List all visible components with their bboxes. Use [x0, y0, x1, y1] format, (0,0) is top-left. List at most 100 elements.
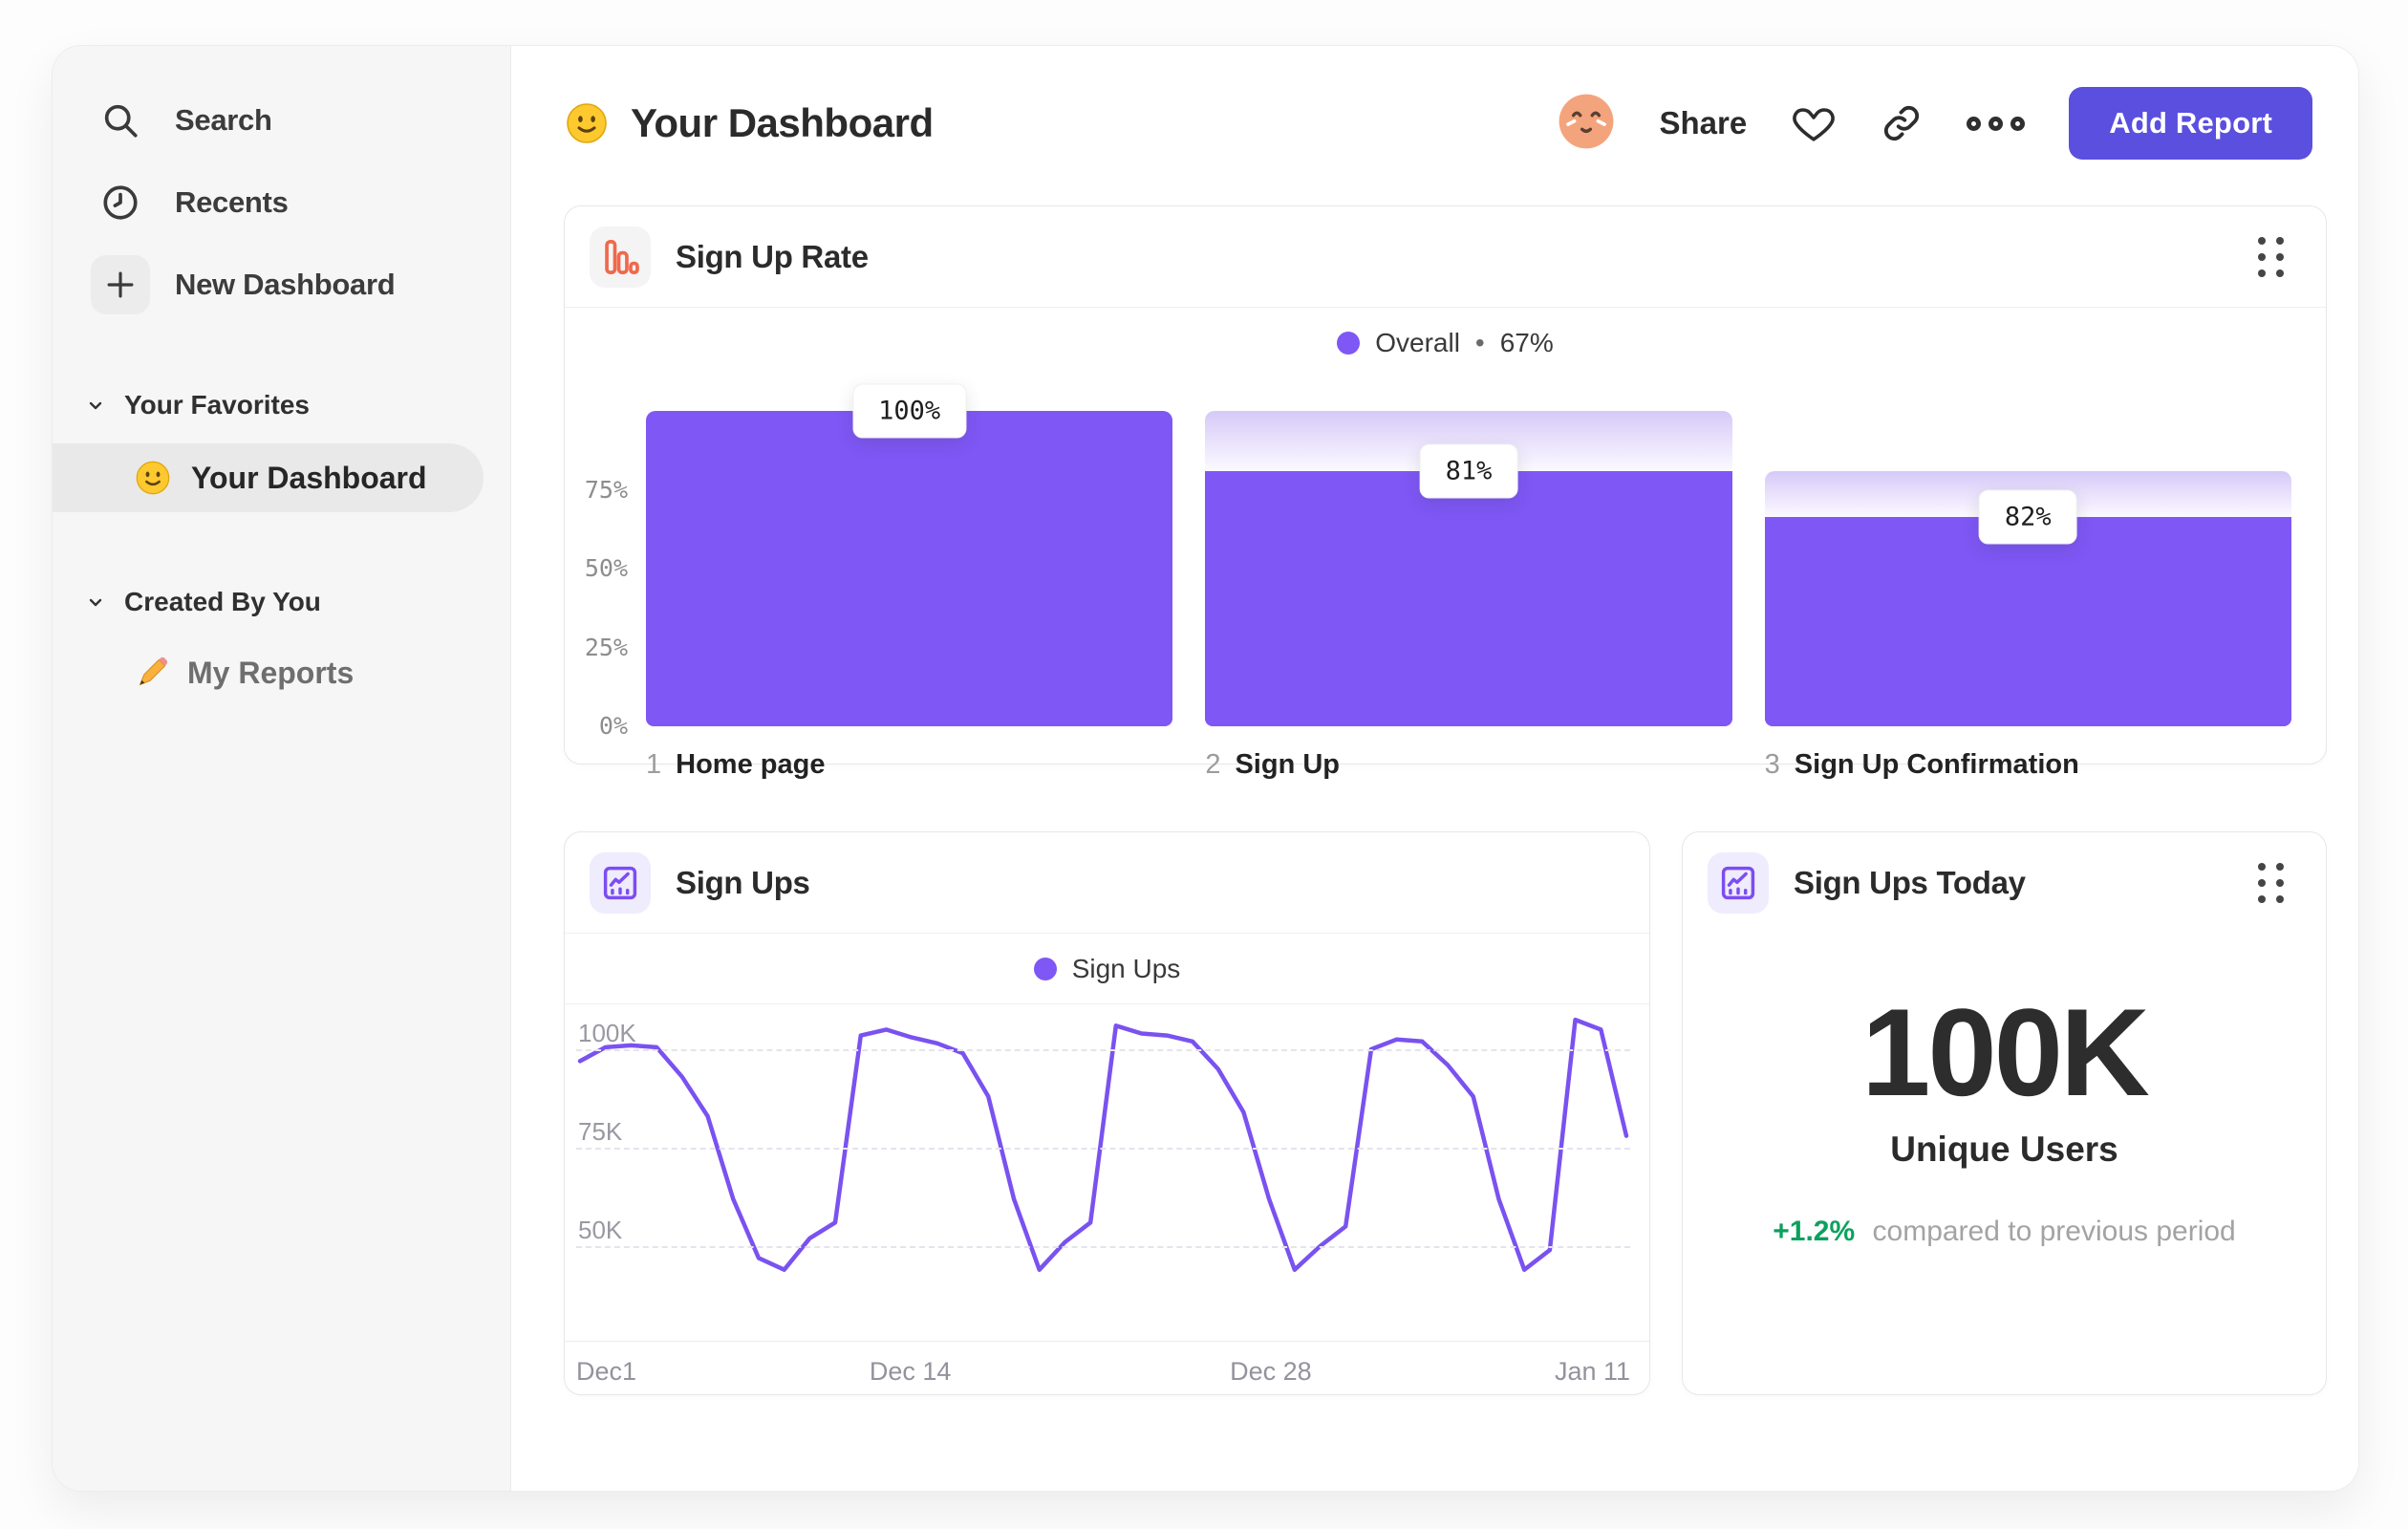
copy-link-button[interactable] — [1881, 102, 1923, 144]
line-y-tick: 75K — [578, 1117, 623, 1146]
clock-icon — [91, 173, 150, 232]
sidebar-item-my-reports[interactable]: My Reports — [53, 642, 510, 703]
stat-delta-row: +1.2% compared to previous period — [1683, 1216, 2326, 1248]
funnel-y-tick: 0% — [598, 712, 628, 740]
funnel-chart: 75% 50% 25% 0% 100% 81% 82% — [565, 383, 2291, 741]
delta-percent: +1.2% — [1773, 1215, 1856, 1247]
card-header: Sign Ups Today — [1683, 832, 2326, 934]
funnel-value-tooltip: 100% — [852, 383, 967, 439]
avatar[interactable] — [1557, 92, 1616, 156]
sidebar-nav: Search Recents New Dashboard — [53, 90, 510, 315]
sidebar-item-new-dashboard[interactable]: New Dashboard — [91, 254, 510, 315]
funnel-step-label: 1 Home page — [646, 749, 826, 780]
sidebar-item-label: New Dashboard — [175, 268, 396, 301]
sidebar-item-your-dashboard[interactable]: Your Dashboard — [53, 443, 484, 512]
section-title: Created By You — [124, 587, 321, 616]
line-y-tick: 50K — [578, 1216, 623, 1244]
line-chart-icon — [1708, 852, 1769, 914]
funnel-y-tick: 75% — [584, 475, 628, 504]
favorite-heart-button[interactable] — [1791, 100, 1837, 146]
app-window: Search Recents New Dashboard Your Favori… — [53, 46, 2358, 1491]
title-wrap: Your Dashboard — [564, 100, 934, 146]
search-icon — [91, 91, 150, 150]
funnel-bar-converted — [646, 411, 1173, 726]
sign-ups-card: Sign Ups Sign Ups 100K 75K 50K Dec1 Dec 14 D… — [564, 831, 1650, 1395]
funnel-x-axis: 1 Home page 2 Sign Up 3 Sign Up Confirmation — [646, 749, 2291, 781]
line-x-tick: Dec 28 — [1230, 1357, 1312, 1386]
more-options-button[interactable] — [1967, 116, 2026, 131]
page-title: Your Dashboard — [631, 100, 934, 145]
line-chart: 100K 75K 50K — [576, 1006, 1630, 1341]
card-header: Sign Up Rate — [565, 206, 2326, 308]
created-by-you-section-header[interactable]: Created By You — [53, 587, 510, 617]
line-legend: Sign Ups — [565, 934, 1649, 1004]
legend-label: Sign Ups — [1071, 953, 1181, 983]
legend-value: 67% — [1499, 328, 1554, 357]
funnel-step-label: 3 Sign Up Confirmation — [1764, 749, 2079, 780]
line-chart-icon — [590, 851, 651, 914]
card-header: Sign Ups — [565, 832, 1649, 934]
sign-up-rate-card: Sign Up Rate Overall • 67% 75% 50% 25% 0% 1… — [564, 205, 2327, 780]
stat-unit-label: Unique Users — [1890, 1129, 2118, 1169]
stat-value: 100K — [1861, 982, 2150, 1122]
header-actions: Share Add Report — [1557, 87, 2312, 160]
chevron-down-icon — [89, 598, 102, 607]
sidebar-item-recents[interactable]: Recents — [91, 172, 510, 233]
sign-ups-today-card: Sign Ups Today 100K Unique Users +1.2% c… — [1682, 831, 2327, 1395]
main-content: Your Dashboard Share Add Report Sign Up … — [511, 46, 2358, 1491]
ellipsis-icon — [1967, 116, 1982, 131]
section-title: Your Favorites — [124, 390, 310, 420]
sidebar-item-label: Your Dashboard — [191, 460, 427, 495]
funnel-value-tooltip: 82% — [1978, 489, 2077, 545]
funnel-bar-converted — [1205, 470, 1732, 726]
share-button[interactable]: Share — [1660, 105, 1748, 141]
gridline — [576, 1049, 1630, 1051]
bar-chart-icon — [590, 226, 651, 288]
funnel-bars: 100% 81% 82% — [646, 383, 2291, 726]
sidebar-item-label: My Reports — [187, 655, 355, 690]
plus-icon — [91, 255, 150, 314]
funnel-y-tick: 50% — [584, 554, 628, 582]
funnel-y-axis: 75% 50% 25% 0% — [565, 411, 628, 741]
funnel-bar-converted — [1764, 516, 2291, 726]
funnel-y-tick: 25% — [584, 633, 628, 661]
funnel-value-tooltip: 81% — [1419, 443, 1518, 499]
line-x-tick: Dec1 — [576, 1357, 637, 1386]
line-y-tick: 100K — [578, 1019, 636, 1047]
page-header: Your Dashboard Share Add Report — [564, 86, 2312, 161]
smiley-emoji-icon — [136, 461, 170, 495]
heart-icon — [1793, 108, 1836, 141]
link-icon — [1884, 105, 1920, 141]
drag-handle-icon[interactable] — [2258, 863, 2284, 903]
delta-caption: compared to previous period — [1872, 1215, 2236, 1247]
smiley-emoji-icon — [567, 103, 607, 143]
gridline — [576, 1148, 1630, 1150]
legend-dot — [1033, 957, 1057, 980]
funnel-legend: Overall • 67% — [565, 308, 2326, 378]
line-x-tick: Jan 11 — [1554, 1357, 1630, 1386]
legend-separator: • — [1474, 328, 1485, 357]
funnel-step-label: 2 Sign Up — [1205, 749, 1341, 780]
drag-handle-icon[interactable] — [2258, 236, 2284, 277]
funnel-bar-home-page[interactable]: 100% — [646, 383, 1173, 726]
sidebar-item-label: Recents — [175, 185, 289, 219]
stat-body: 100K Unique Users +1.2% compared to prev… — [1683, 934, 2326, 1248]
pencil-emoji-icon — [139, 657, 168, 686]
card-title: Sign Ups Today — [1794, 865, 2026, 900]
sign-ups-line — [576, 1006, 1630, 1341]
legend-label: Overall — [1375, 328, 1460, 357]
sidebar-item-label: Search — [175, 103, 272, 137]
gridline — [576, 1246, 1630, 1248]
legend-dot — [1337, 332, 1361, 355]
sidebar-item-search[interactable]: Search — [91, 90, 510, 151]
sidebar: Search Recents New Dashboard Your Favori… — [53, 46, 511, 1491]
funnel-bar-sign-up-confirmation[interactable]: 82% — [1764, 411, 2291, 726]
chevron-down-icon — [89, 401, 102, 410]
line-x-axis: Dec1 Dec 14 Dec 28 Jan 11 — [565, 1341, 1649, 1394]
line-x-tick: Dec 14 — [869, 1357, 952, 1386]
card-title: Sign Ups — [676, 864, 810, 900]
favorites-section-header[interactable]: Your Favorites — [53, 390, 510, 420]
card-title: Sign Up Rate — [676, 238, 869, 274]
funnel-bar-sign-up[interactable]: 81% — [1205, 411, 1732, 726]
add-report-button[interactable]: Add Report — [2069, 87, 2312, 160]
